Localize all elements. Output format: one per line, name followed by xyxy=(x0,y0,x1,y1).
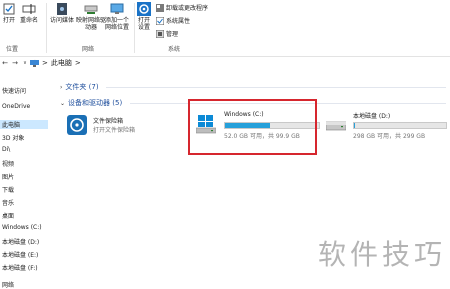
ribbon-divider xyxy=(46,3,47,53)
hard-drive-icon xyxy=(326,121,346,131)
checkbox-icon xyxy=(3,3,15,15)
programs-icon xyxy=(156,3,164,12)
sidebar-item-drive-e[interactable]: 本地磁盘 (E:) xyxy=(2,250,38,259)
sidebar-item-drive-c[interactable]: Windows (C:) xyxy=(2,224,42,231)
sidebar-item-pictures[interactable]: 图片 xyxy=(2,172,14,181)
access-media-button[interactable]: 访问媒体 xyxy=(50,2,74,24)
back-button[interactable]: ← xyxy=(0,59,10,67)
rename-button[interactable]: 重命名 xyxy=(20,2,38,24)
sidebar-item-videos[interactable]: 视频 xyxy=(2,159,14,168)
ribbon-divider xyxy=(134,3,135,53)
sidebar-item-music[interactable]: 音乐 xyxy=(2,198,14,207)
open-settings-button[interactable]: 打开设置 xyxy=(137,2,151,31)
checkmark-icon xyxy=(156,16,164,25)
sidebar-item-downloads[interactable]: 下载 xyxy=(2,185,14,194)
chevron-down-icon: ⌄ xyxy=(60,99,66,107)
sidebar-item-onedrive[interactable]: OneDrive xyxy=(2,103,30,110)
sidebar-item-quick-access[interactable]: 快速访问 xyxy=(2,86,26,95)
breadcrumb[interactable]: > 此电脑 > xyxy=(30,58,81,68)
navigation-pane: 快速访问 OneDrive 此电脑 3D 对象 Di\ 视频 图片 下载 音乐 … xyxy=(0,76,48,289)
manage-button[interactable]: 管理 xyxy=(156,29,178,38)
network-group-label: 网络 xyxy=(82,46,95,53)
forward-button[interactable]: → xyxy=(10,59,20,67)
computer-icon xyxy=(30,59,39,67)
gear-icon xyxy=(137,2,151,16)
vault-icon xyxy=(67,115,87,135)
map-drive-button[interactable]: 映射网络驱动器 xyxy=(76,2,106,31)
sidebar-item-3d-objects[interactable]: 3D 对象 xyxy=(2,133,24,142)
drive-d-name: 本地磁盘 (D:) xyxy=(353,113,391,120)
sidebar-item-drive-d[interactable]: 本地磁盘 (D:) xyxy=(2,237,39,246)
open-button[interactable]: 打开 xyxy=(2,2,16,24)
system-properties-button[interactable]: 系统属性 xyxy=(156,16,190,25)
drive-d-item[interactable]: 本地磁盘 (D:) 298 GB 可用，共 299 GB xyxy=(326,108,448,146)
group-header-folders[interactable]: › 文件夹 (7) xyxy=(60,82,99,92)
rename-icon xyxy=(22,4,36,14)
group-divider xyxy=(106,87,446,88)
sidebar-item-di[interactable]: Di\ xyxy=(2,146,10,153)
history-dropdown[interactable]: ∨ xyxy=(20,60,30,66)
group-header-devices[interactable]: ⌄ 设备和驱动器 (5) xyxy=(60,98,122,108)
location-group-label: 位置 xyxy=(6,46,19,53)
system-group-label: 系统 xyxy=(168,46,181,53)
drive-d-usage-fill xyxy=(354,123,355,128)
highlight-frame xyxy=(188,99,317,155)
sidebar-item-network[interactable]: 网络 xyxy=(2,280,14,289)
media-icon xyxy=(57,3,67,15)
uninstall-programs-button[interactable]: 卸载或更改程序 xyxy=(156,3,208,12)
ribbon: 打开 重命名 位置 访问媒体 映射网络驱动器 添加一个网络位置 网络 打开设置 … xyxy=(0,0,450,57)
sidebar-item-desktop[interactable]: 桌面 xyxy=(2,211,14,220)
add-network-location-button[interactable]: 添加一个网络位置 xyxy=(103,2,131,31)
manage-icon xyxy=(156,29,164,38)
chevron-right-icon: › xyxy=(60,83,63,91)
file-vault-item[interactable]: 文件保险箱 打开文件保险箱 xyxy=(66,112,176,138)
sidebar-item-this-pc[interactable]: 此电脑 xyxy=(0,120,48,129)
drive-d-usage-bar xyxy=(353,122,447,129)
network-location-icon xyxy=(110,3,124,14)
drive-d-info: 298 GB 可用，共 299 GB xyxy=(353,133,426,140)
watermark-text: 软件技巧 xyxy=(318,238,447,271)
sidebar-item-drive-f[interactable]: 本地磁盘 (F:) xyxy=(2,263,38,272)
breadcrumb-this-pc[interactable]: 此电脑 xyxy=(51,58,72,68)
network-drive-icon xyxy=(84,5,98,14)
